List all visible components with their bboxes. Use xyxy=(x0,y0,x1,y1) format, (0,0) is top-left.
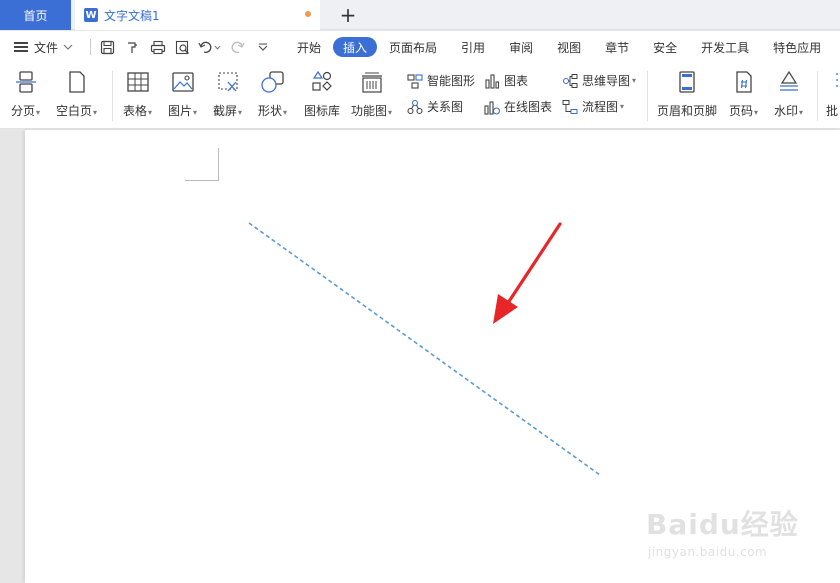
dashed-line-shape[interactable] xyxy=(248,222,601,476)
red-arrow-icon xyxy=(493,222,562,324)
baidu-watermark: Baidu经验 jingyan.baidu.com xyxy=(646,493,836,568)
watermark-url: jingyan.baidu.com xyxy=(648,545,768,559)
watermark-brand: Baidu经验 xyxy=(646,508,799,541)
